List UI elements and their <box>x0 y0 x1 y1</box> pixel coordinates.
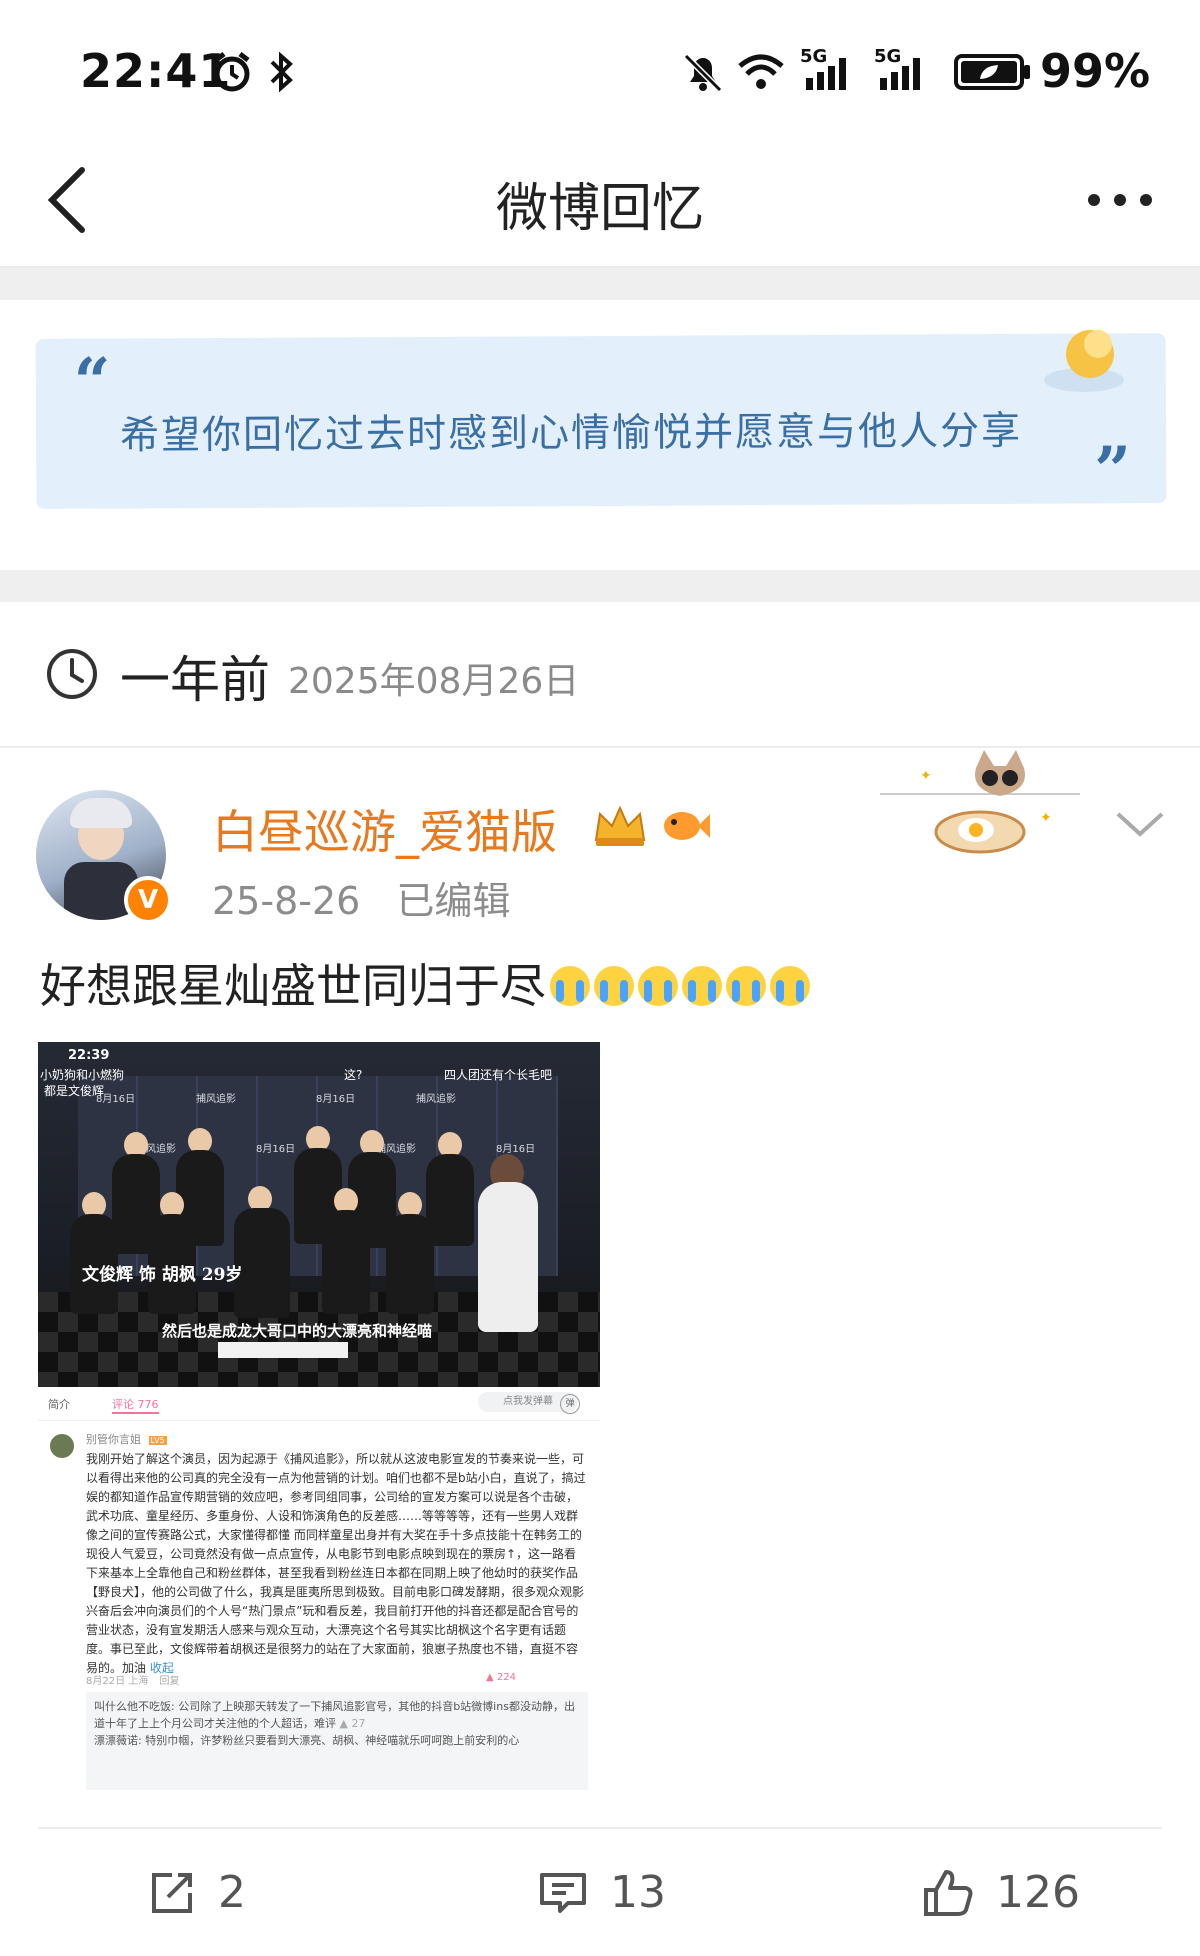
host-figure-body <box>478 1182 538 1332</box>
crown-badge-icon[interactable] <box>590 800 650 850</box>
video-caption: 四人团还有个长毛吧 <box>444 1068 553 1082</box>
memory-time-row: 一年前 2025年08月26日 <box>0 600 1200 748</box>
studio-table <box>218 1342 348 1358</box>
status-time: 22:41 <box>80 44 232 98</box>
comment-user-name: 别管你言姐 <box>86 1433 141 1446</box>
embedded-tab-bar: 简介 评论 776 点我发弹幕 弹 <box>38 1388 600 1421</box>
network-type-label: 5G <box>800 46 828 67</box>
comment-reply-label: 回复 <box>159 1676 180 1687</box>
section-divider <box>0 570 1200 602</box>
tab-intro: 简介 <box>48 1398 70 1411</box>
repost-button[interactable]: 2 <box>148 1867 246 1918</box>
battery-percentage: 99% <box>1040 44 1151 98</box>
post-text: 好想跟星灿盛世同归于尽 <box>40 950 810 1016</box>
page-title: 微博回忆 <box>495 179 704 239</box>
repost-count: 2 <box>218 1867 246 1918</box>
open-quote-mark: “ <box>73 344 111 420</box>
memory-date: 2025年08月26日 <box>288 661 580 702</box>
comment-button[interactable]: 13 <box>538 1867 666 1918</box>
comment-avatar <box>50 1434 74 1458</box>
video-caption: 小奶狗和小燃狗 <box>40 1068 125 1082</box>
comment-like-number: 224 <box>496 1672 516 1683</box>
embedded-status-time: 22:39 <box>68 1048 110 1063</box>
post-action-bar: 2 13 126 <box>38 1827 1162 1956</box>
post-text-content: 好想跟星灿盛世同归于尽 <box>40 959 546 1013</box>
comment-icon <box>540 1872 586 1913</box>
svg-text:✦: ✦ <box>920 768 932 784</box>
crying-emoji-icon <box>638 966 678 1006</box>
reply-text: 叫什么他不吃饭: 公司除了上映那天转发了一下捕风追影官号，其他的抖音b站微博in… <box>94 1700 575 1730</box>
comment-date: 8月22日 上海 <box>86 1676 149 1687</box>
svg-text:✦: ✦ <box>1040 810 1052 826</box>
video-caption: 这? <box>344 1068 363 1082</box>
verified-badge: V <box>124 876 172 924</box>
repost-icon <box>152 1872 192 1913</box>
quote-banner: “ 希望你回忆过去时感到心情愉悦并愿意与他人分享 ” <box>35 333 1167 509</box>
signal-5g-icon: 5G <box>800 46 860 92</box>
bluetooth-icon <box>270 52 293 92</box>
crying-emoji-icon <box>770 966 810 1006</box>
like-button[interactable]: 126 <box>922 1867 1080 1918</box>
comment-count: 13 <box>610 1867 666 1918</box>
quote-text: 希望你回忆过去时感到心情愉悦并愿意与他人分享 <box>119 408 1023 459</box>
comment-body: 我刚开始了解这个演员，因为起源于《捕风追影》，所以就从这波电影宣发的节奏来说一些… <box>86 1450 586 1678</box>
edited-label: 已编辑 <box>396 879 511 923</box>
video-caption: 都是文俊辉 <box>44 1084 105 1098</box>
memory-quote-section: “ 希望你回忆过去时感到心情愉悦并愿意与他人分享 ” <box>0 300 1200 570</box>
video-subtitle-name: 文俊辉 饰 胡枫 29岁 <box>82 1265 243 1285</box>
embedded-status-bar: 22:39 <box>38 1042 600 1063</box>
post-username[interactable]: 白昼巡游_爱猫版 <box>212 796 557 862</box>
wall-text: 8月16日 <box>256 1144 296 1155</box>
thumbs-up-icon <box>924 1869 973 1916</box>
reply-text-2: 漂漂薇诺: 特别巾帼，许梦粉丝只要看到大漂亮、胡枫、神经喵就乐呵呵跑上前安利的心 <box>94 1734 520 1747</box>
top-nav-bar: 微博回忆 <box>0 130 1200 268</box>
danmaku-icon: 弹 <box>560 1394 580 1414</box>
comment-like-count: ▲ 224 <box>486 1672 516 1683</box>
pushpin-icon <box>1044 330 1124 392</box>
comment-text: 我刚开始了解这个演员，因为起源于《捕风追影》，所以就从这波电影宣发的节奏来说一些… <box>86 1452 586 1675</box>
wall-text: 8月16日 <box>316 1094 356 1105</box>
network-type-label: 5G <box>874 46 902 67</box>
post-image[interactable]: 8月16日 捕风追影 8月16日 捕风追影 捕风追影 8月16日 捕风追影 8月… <box>38 1042 600 1790</box>
status-bar: 22:41 5G 5G 99% <box>0 0 1200 130</box>
more-options-button[interactable] <box>1070 170 1170 230</box>
post-meta: 25-8-26 已编辑 <box>212 870 510 925</box>
video-subtitle: 然后也是成龙大哥口中的大漂亮和神经喵 <box>162 1322 433 1340</box>
comment-username: 别管你言姐 LV5 <box>86 1431 167 1447</box>
wall-text: 捕风追影 <box>416 1094 456 1105</box>
battery-icon <box>954 54 1030 90</box>
chevron-down-icon <box>1116 812 1164 837</box>
mute-icon <box>683 53 723 92</box>
crying-emoji-icon <box>594 966 634 1006</box>
reply-content: 叫什么他不吃饭: 公司除了上映那天转发了一下捕风追影官号，其他的抖音b站微博in… <box>94 1700 575 1730</box>
crying-emoji-icon <box>726 966 766 1006</box>
level-badge: LV5 <box>148 1436 167 1445</box>
wall-text: 捕风追影 <box>196 1094 236 1105</box>
signal-5g-icon: 5G <box>874 46 934 92</box>
reply-like-count: 27 <box>351 1717 366 1730</box>
crying-emoji-icon <box>682 966 722 1006</box>
clock-icon <box>47 649 97 699</box>
video-frame: 8月16日 捕风追影 8月16日 捕风追影 捕风追影 8月16日 捕风追影 8月… <box>38 1042 600 1387</box>
fish-badge-icon[interactable] <box>660 800 710 850</box>
post-date: 25-8-26 <box>212 879 361 923</box>
wifi-icon <box>738 54 784 89</box>
reply-box: 叫什么他不吃饭: 公司除了上映那天转发了一下捕风追影官号，其他的抖音b站微博in… <box>86 1692 588 1790</box>
like-count: 126 <box>996 1867 1080 1918</box>
crying-emoji-icon <box>550 966 590 1006</box>
comment-footer: 8月22日 上海 回复 ▲ 224 <box>86 1672 586 1687</box>
wall-text: 8月16日 <box>496 1144 536 1155</box>
alarm-icon <box>214 52 250 92</box>
cat-toast-decoration-icon: ✦✦ <box>880 750 1080 854</box>
post-options-dropdown[interactable] <box>1110 800 1170 850</box>
close-quote-mark: ” <box>1094 433 1132 509</box>
section-divider <box>0 268 1200 302</box>
relative-time: 一年前 <box>120 651 270 709</box>
tab-comments: 评论 776 <box>112 1396 159 1414</box>
